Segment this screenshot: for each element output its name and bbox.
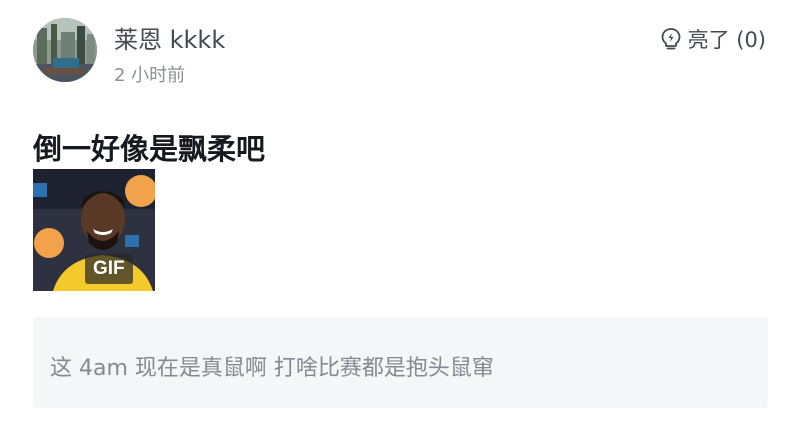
gif-thumbnail[interactable]: GIF bbox=[33, 169, 155, 291]
avatar-image bbox=[33, 18, 97, 82]
username[interactable]: 莱恩 kkkk bbox=[114, 20, 225, 55]
post-content: 倒一好像是飘柔吧 bbox=[33, 132, 266, 166]
quoted-reply-text: 这 4am 现在是真鼠啊 打啥比赛都是抱头鼠窜 bbox=[50, 356, 494, 381]
avatar[interactable] bbox=[33, 18, 97, 82]
lightning-bulb-icon bbox=[660, 27, 682, 51]
like-count-label: 亮了 (0) bbox=[687, 28, 766, 52]
gif-badge: GIF bbox=[85, 254, 133, 284]
like-button[interactable]: 亮了 (0) bbox=[660, 24, 766, 54]
post-timestamp: 2 小时前 bbox=[114, 65, 186, 86]
quoted-reply[interactable]: 这 4am 现在是真鼠啊 打啥比赛都是抱头鼠窜 bbox=[33, 317, 768, 408]
